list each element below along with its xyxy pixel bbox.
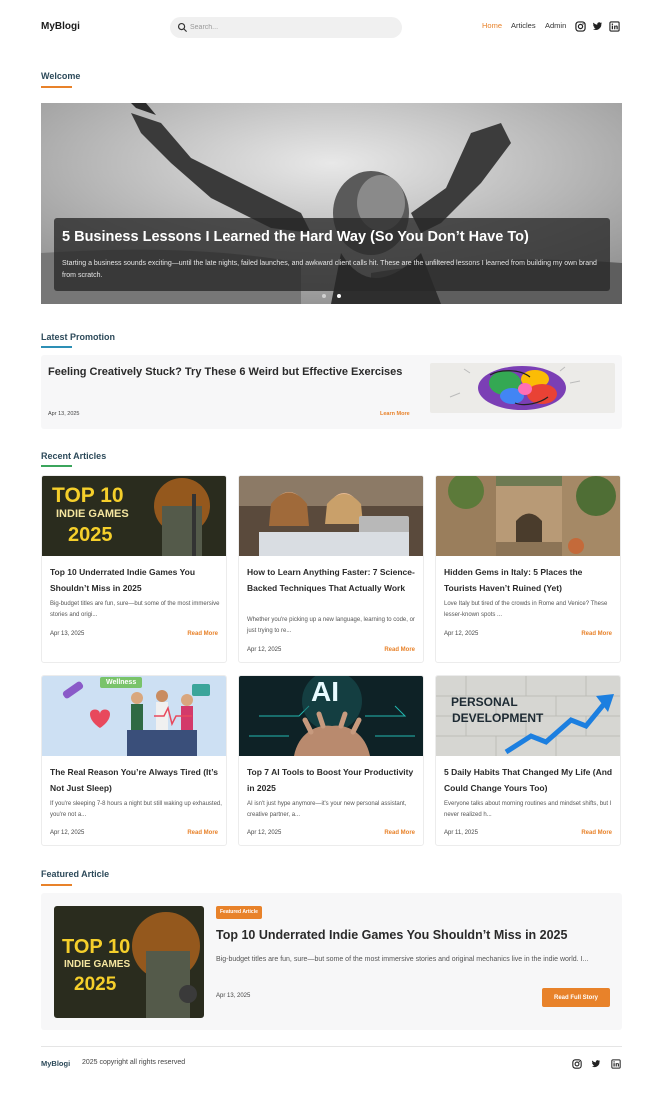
thumb-text: 2025 [68, 524, 113, 546]
instagram-icon[interactable] [575, 21, 586, 32]
article-date: Apr 12, 2025 [247, 830, 282, 836]
promotion-heading: Latest Promotion [41, 332, 116, 342]
read-more-link[interactable]: Read More [581, 631, 612, 637]
article-thumbnail[interactable]: AI [239, 676, 423, 756]
article-date: Apr 11, 2025 [444, 830, 478, 836]
promotion-card[interactable]: Feeling Creatively Stuck? Try These 6 We… [41, 355, 622, 429]
article-title[interactable]: Top 10 Underrated Indie Games You Should… [50, 564, 220, 596]
thumb-text: TOP 10 [62, 936, 131, 958]
read-more-link[interactable]: Read More [384, 830, 415, 836]
thumb-text: Wellness [100, 677, 143, 688]
article-thumbnail[interactable]: TOP 10 INDIE GAMES 2025 [42, 476, 226, 556]
welcome-heading: Welcome [41, 71, 81, 81]
thumb-text: 2025 [74, 974, 117, 995]
article-excerpt: Whether you're picking up a new language… [247, 617, 415, 634]
search-input[interactable] [190, 20, 390, 35]
footer-logo[interactable]: MyBlogi [41, 1059, 70, 1068]
article-date: Apr 12, 2025 [444, 631, 479, 637]
article-thumbnail[interactable]: Wellness [42, 676, 226, 756]
read-full-story-button[interactable]: Read Full Story [542, 988, 610, 1007]
footer-divider [41, 1046, 622, 1047]
article-title[interactable]: The Real Reason You’re Always Tired (It’… [50, 764, 220, 796]
slider-dot-active[interactable] [337, 294, 341, 298]
article-thumbnail[interactable]: PERSONAL DEVELOPMENT [436, 676, 620, 756]
search-bar[interactable] [170, 17, 402, 38]
footer-copyright: 2025 copyright all rights reserved [82, 1059, 186, 1066]
linkedin-icon[interactable] [611, 1059, 621, 1069]
article-excerpt: Love Italy but tired of the crowds in Ro… [444, 601, 608, 618]
article-card[interactable]: PERSONAL DEVELOPMENT 5 Daily Habits That… [435, 675, 621, 846]
article-excerpt: AI isn't just hype anymore—it's your new… [247, 801, 407, 818]
promotion-title[interactable]: Feeling Creatively Stuck? Try These 6 We… [48, 363, 408, 382]
article-card[interactable]: Hidden Gems in Italy: 5 Places the Touri… [435, 475, 621, 663]
featured-badge: Featured Article [216, 906, 262, 919]
thumb-text: AI [311, 676, 339, 707]
article-title[interactable]: 5 Daily Habits That Changed My Life (And… [444, 764, 614, 796]
read-more-link[interactable]: Read More [187, 631, 218, 637]
heading-underline [41, 86, 72, 88]
article-title[interactable]: Hidden Gems in Italy: 5 Places the Touri… [444, 564, 614, 596]
thumb-text: DEVELOPMENT [452, 711, 544, 725]
featured-heading: Featured Article [41, 869, 110, 879]
recent-heading: Recent Articles [41, 451, 107, 461]
featured-image[interactable]: TOP 10 INDIE GAMES 2025 [54, 906, 204, 1018]
heading-underline [41, 884, 72, 886]
featured-date: Apr 13, 2025 [216, 993, 251, 999]
article-excerpt: Everyone talks about morning routines an… [444, 801, 612, 818]
promotion-date: Apr 13, 2025 [48, 411, 80, 417]
heading-underline [41, 465, 72, 467]
article-thumbnail[interactable] [239, 476, 423, 556]
article-thumbnail[interactable] [436, 476, 620, 556]
search-icon [177, 22, 188, 33]
nav-admin[interactable]: Admin [545, 21, 566, 30]
nav-home[interactable]: Home [482, 21, 502, 30]
thumb-text: PERSONAL [451, 695, 518, 709]
article-title[interactable]: How to Learn Anything Faster: 7 Science-… [247, 564, 417, 596]
hero-slider[interactable]: 5 Business Lessons I Learned the Hard Wa… [41, 103, 622, 304]
featured-article[interactable]: TOP 10 INDIE GAMES 2025 Featured Article… [41, 893, 622, 1030]
article-date: Apr 13, 2025 [50, 631, 85, 637]
article-date: Apr 12, 2025 [50, 830, 85, 836]
linkedin-icon[interactable] [609, 21, 620, 32]
article-excerpt: If you're sleeping 7-8 hours a night but… [50, 801, 222, 818]
featured-title[interactable]: Top 10 Underrated Indie Games You Should… [216, 928, 616, 942]
site-header: MyBlogi Home Articles Admin [0, 0, 671, 55]
hero-caption: 5 Business Lessons I Learned the Hard Wa… [54, 218, 610, 291]
article-card[interactable]: TOP 10 INDIE GAMES 2025 Top 10 Underrate… [41, 475, 227, 663]
thumb-text: INDIE GAMES [64, 959, 131, 970]
read-more-link[interactable]: Read More [581, 830, 612, 836]
heading-underline [41, 346, 72, 348]
article-card[interactable]: How to Learn Anything Faster: 7 Science-… [238, 475, 424, 663]
read-more-link[interactable]: Read More [187, 830, 218, 836]
read-more-link[interactable]: Read More [384, 647, 415, 653]
hero-title[interactable]: 5 Business Lessons I Learned the Hard Wa… [62, 229, 602, 245]
slider-dot[interactable] [322, 294, 326, 298]
thumb-text: TOP 10 [52, 484, 124, 507]
twitter-icon[interactable] [592, 21, 603, 32]
article-excerpt: Big-budget titles are fun, sure—but some… [50, 601, 220, 618]
hero-text: Starting a business sounds exciting—unti… [62, 260, 597, 279]
article-title[interactable]: Top 7 AI Tools to Boost Your Productivit… [247, 764, 417, 796]
promotion-image [430, 363, 615, 413]
site-logo[interactable]: MyBlogi [41, 21, 80, 32]
thumb-text: INDIE GAMES [56, 508, 129, 520]
article-date: Apr 12, 2025 [247, 647, 282, 653]
nav-articles[interactable]: Articles [511, 21, 536, 30]
learn-more-link[interactable]: Learn More [380, 411, 410, 417]
featured-excerpt: Big-budget titles are fun, sure—but some… [216, 956, 589, 963]
instagram-icon[interactable] [572, 1059, 582, 1069]
article-card[interactable]: AI Top 7 AI Tools to Boost Your Producti… [238, 675, 424, 846]
twitter-icon[interactable] [591, 1059, 601, 1069]
article-card[interactable]: Wellness The Real Reason You’re Always T… [41, 675, 227, 846]
